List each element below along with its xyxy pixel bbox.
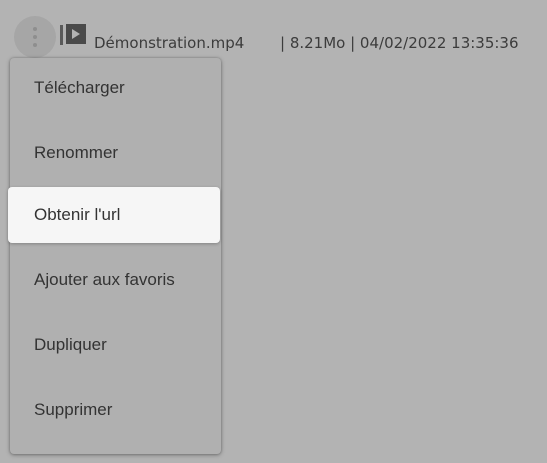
kebab-dot-icon (33, 27, 37, 31)
menu-item-renommer[interactable]: Renommer (10, 125, 221, 181)
menu-item-ajouter-favoris[interactable]: Ajouter aux favoris (10, 252, 221, 308)
kebab-dot-icon (33, 43, 37, 47)
more-options-button[interactable] (14, 16, 56, 58)
menu-item-dupliquer[interactable]: Dupliquer (10, 317, 221, 373)
menu-item-telecharger[interactable]: Télécharger (10, 60, 221, 116)
menu-item-obtenir-url[interactable]: Obtenir l'url (8, 187, 220, 243)
menu-item-supprimer[interactable]: Supprimer (10, 382, 221, 438)
file-name[interactable]: Démonstration.mp4 (94, 34, 244, 52)
kebab-dot-icon (33, 35, 37, 39)
file-meta: | 8.21Mo | 04/02/2022 13:35:36 (280, 34, 519, 52)
file-row[interactable]: Démonstration.mp4 | 8.21Mo | 04/02/2022 … (0, 0, 547, 60)
context-menu: Télécharger Renommer Obtenir l'url Ajout… (8, 58, 221, 454)
video-file-icon (60, 24, 86, 45)
